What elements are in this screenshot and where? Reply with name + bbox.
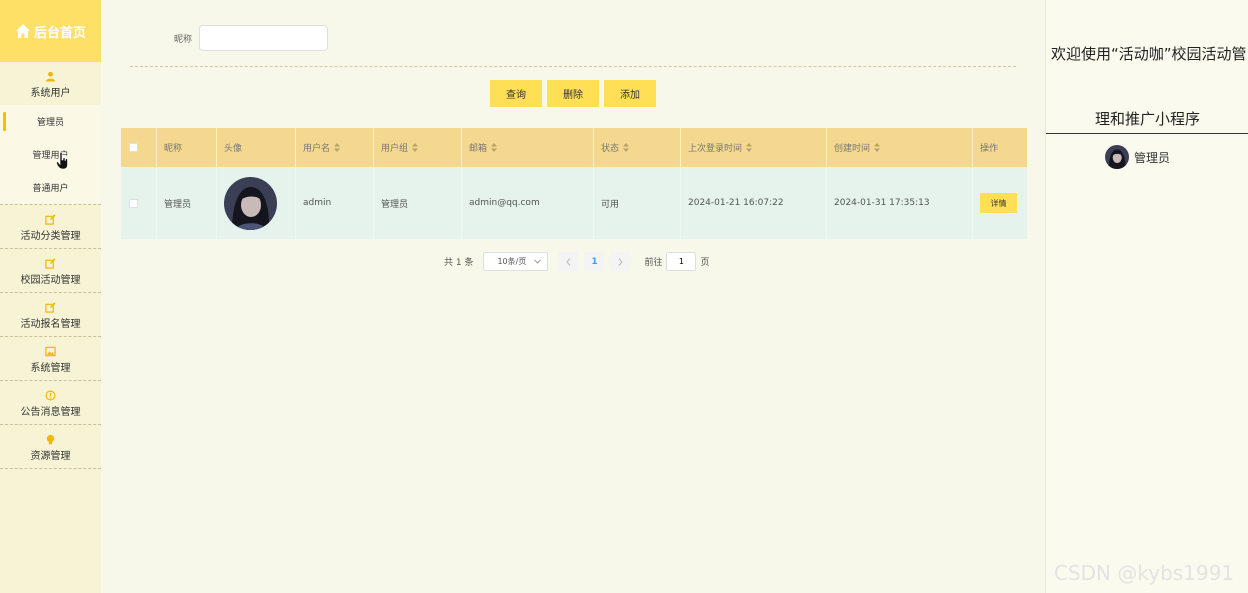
row-checkbox[interactable] [129, 198, 138, 208]
right-panel: 欢迎使用“活动咖”校园活动管 理和推广小程序 管理员 [1045, 0, 1248, 593]
cell-status: 可用 [594, 167, 681, 239]
edit-icon [45, 301, 56, 313]
nickname-search-input[interactable] [199, 25, 329, 51]
page-unit-label: 页 [700, 258, 710, 268]
menu-label: 资源管理 [30, 450, 71, 462]
image-icon [45, 346, 56, 356]
sidebar-item-admin[interactable]: 管理员 [0, 105, 101, 138]
menu-label: 活动分类管理 [20, 230, 81, 242]
select-all-checkbox[interactable] [129, 143, 138, 152]
sort-icon[interactable] [623, 143, 630, 152]
table-row: 管理员 admin 管理员 admin@qq.com 可用 2024-01-21… [121, 167, 1027, 239]
col-status[interactable]: 状态 [594, 128, 681, 167]
logo-label: 后台首页 [33, 25, 86, 41]
action-buttons: 查询 删除 添加 [490, 80, 656, 107]
user-table: 昵称 头像 用户名 用户组 邮箱 状态 上次登录时间 创建时间 操作 管理员 a… [121, 128, 1027, 239]
sidebar-item-normal-users[interactable]: 普通用户 [0, 171, 101, 204]
col-avatar: 头像 [217, 128, 296, 167]
welcome-line-1: 欢迎使用“活动咖”校园活动管 [1051, 45, 1247, 63]
sidebar: 后台首页 系统用户 管理员 管理用户 普通用户 活动分类管理 校园活动管理 活动… [0, 0, 101, 593]
current-user-name: 管理员 [1134, 150, 1171, 165]
col-last-login[interactable]: 上次登录时间 [681, 128, 827, 167]
sort-icon[interactable] [334, 143, 341, 152]
next-page-button[interactable] [610, 252, 631, 271]
cell-created: 2024-01-31 17:35:13 [827, 167, 973, 239]
chevron-left-icon [566, 257, 571, 266]
menu-group-activity-category: 活动分类管理 [0, 205, 101, 249]
page-number[interactable]: 1 [584, 252, 605, 271]
sidebar-item-manage-users[interactable]: 管理用户 [0, 138, 101, 171]
cell-last-login: 2024-01-21 16:07:22 [681, 167, 827, 239]
menu-label: 公告消息管理 [20, 406, 81, 418]
watermark: CSDN @kybs1991 [1054, 561, 1235, 585]
sort-icon[interactable] [746, 143, 753, 152]
goto-page-input[interactable] [666, 252, 697, 271]
delete-button[interactable]: 删除 [547, 80, 599, 107]
prev-page-button[interactable] [558, 252, 579, 271]
total-count: 共 1 条 [444, 258, 474, 268]
menu-group-notice: 公告消息管理 [0, 381, 101, 425]
col-created[interactable]: 创建时间 [827, 128, 973, 167]
info-icon [45, 390, 56, 400]
avatar [1105, 145, 1129, 169]
pagination: 共 1 条 10条/页 1 前往 页 [444, 252, 709, 271]
menu-group-campus-activity: 校园活动管理 [0, 249, 101, 293]
user-icon [45, 71, 56, 82]
menu-label: 系统用户 [30, 87, 71, 99]
table-header: 昵称 头像 用户名 用户组 邮箱 状态 上次登录时间 创建时间 操作 [121, 128, 1027, 167]
col-nickname: 昵称 [157, 128, 217, 167]
hand-cursor-icon [56, 152, 68, 170]
cell-nickname: 管理员 [157, 167, 217, 239]
menu-system[interactable]: 系统管理 [0, 337, 101, 380]
cell-action: 详情 [973, 167, 1027, 239]
cell-email: admin@qq.com [462, 167, 594, 239]
col-action: 操作 [980, 144, 999, 154]
main-content: 昵称 查询 删除 添加 昵称 头像 用户名 用户组 邮箱 状态 上次登录时间 创… [102, 0, 1045, 593]
col-group[interactable]: 用户组 [374, 128, 462, 167]
chevron-right-icon [618, 257, 623, 266]
cell-group: 管理员 [374, 167, 462, 239]
edit-icon [45, 213, 56, 225]
current-user[interactable]: 管理员 [1105, 145, 1170, 169]
divider [130, 66, 1016, 67]
goto-label: 前往 [644, 258, 663, 268]
add-button[interactable]: 添加 [604, 80, 656, 107]
menu-notice[interactable]: 公告消息管理 [0, 381, 101, 424]
bulb-icon [46, 434, 55, 444]
page-size-select[interactable]: 10条/页 [483, 252, 549, 271]
search-form: 昵称 [174, 25, 329, 51]
menu-group-system-users: 系统用户 管理员 管理用户 普通用户 [0, 62, 101, 205]
menu-registration[interactable]: 活动报名管理 [0, 293, 101, 336]
menu-campus-activity[interactable]: 校园活动管理 [0, 249, 101, 292]
query-button[interactable]: 查询 [490, 80, 542, 107]
cell-avatar [217, 167, 296, 239]
menu-label: 校园活动管理 [20, 274, 81, 286]
page-size-value: 10条/页 [497, 257, 527, 266]
home-icon [15, 24, 30, 38]
menu-label: 活动报名管理 [20, 318, 81, 330]
col-username[interactable]: 用户名 [296, 128, 374, 167]
menu-activity-category[interactable]: 活动分类管理 [0, 205, 101, 248]
edit-icon [45, 257, 56, 269]
menu-system-users[interactable]: 系统用户 [0, 62, 101, 105]
menu-group-system: 系统管理 [0, 337, 101, 381]
nickname-label: 昵称 [174, 34, 193, 45]
sort-icon[interactable] [874, 143, 881, 152]
menu-resource[interactable]: 资源管理 [0, 425, 101, 468]
chevron-down-icon [534, 259, 542, 264]
home-link[interactable]: 后台首页 [0, 0, 101, 62]
row-checkbox-cell[interactable] [121, 167, 157, 239]
select-all-checkbox-cell[interactable] [121, 128, 157, 167]
col-email[interactable]: 邮箱 [462, 128, 594, 167]
avatar [224, 176, 277, 230]
cell-username: admin [296, 167, 374, 239]
detail-button[interactable]: 详情 [980, 193, 1017, 213]
divider [1046, 133, 1248, 134]
welcome-line-2: 理和推广小程序 [1095, 110, 1201, 128]
menu-label: 系统管理 [30, 362, 71, 374]
menu-group-registration: 活动报名管理 [0, 293, 101, 337]
sort-icon[interactable] [491, 143, 498, 152]
sort-icon[interactable] [412, 143, 419, 152]
menu-group-resource: 资源管理 [0, 425, 101, 469]
